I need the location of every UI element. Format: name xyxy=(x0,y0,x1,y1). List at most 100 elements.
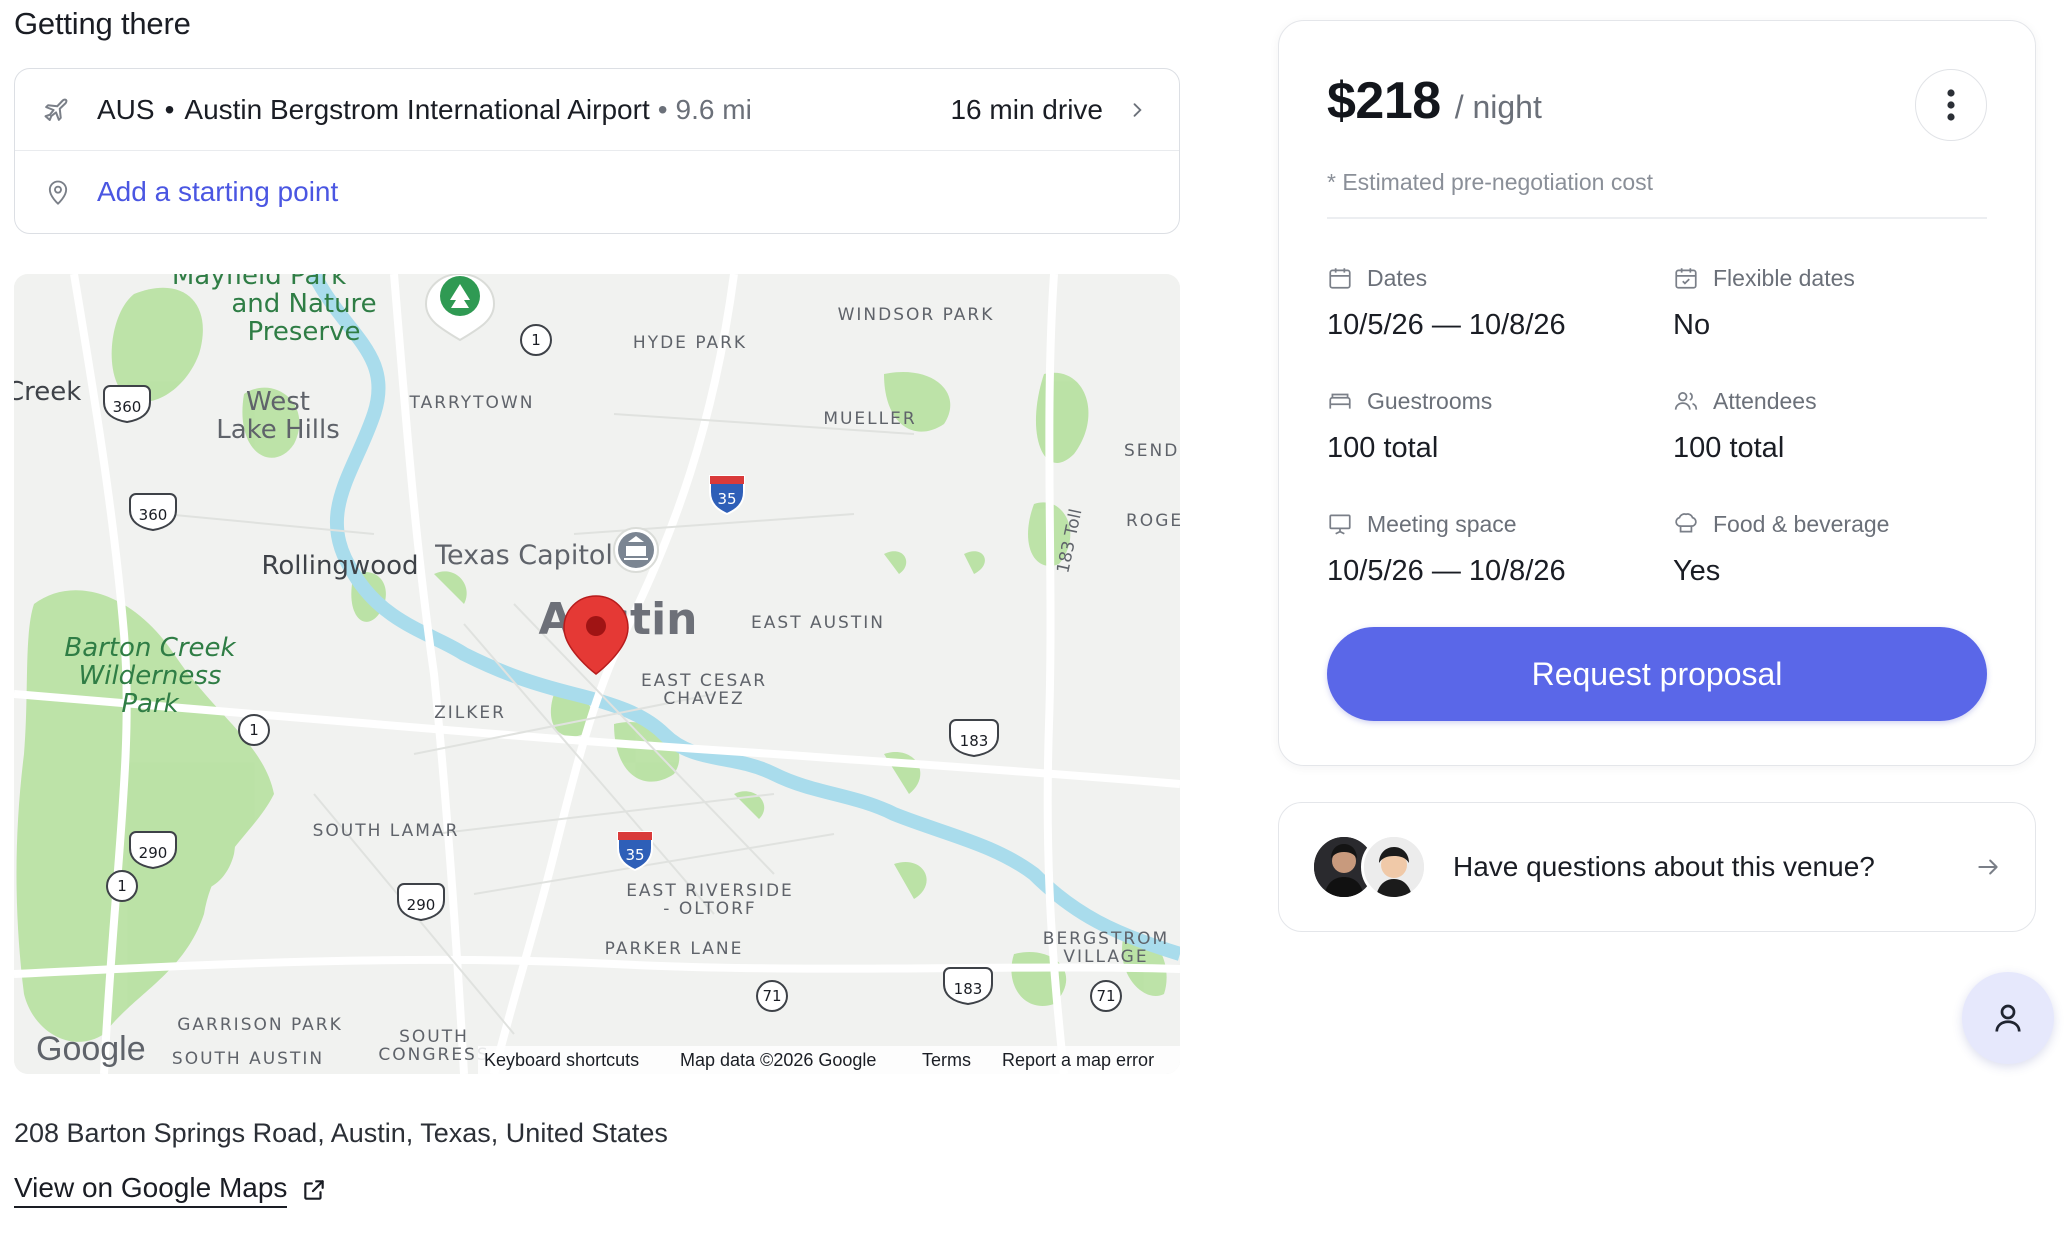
map-label-east-cesar-chavez: EAST CESAR xyxy=(641,671,767,691)
map-label-garrison-park: GARRISON PARK xyxy=(177,1015,343,1035)
view-on-google-maps-label[interactable]: View on Google Maps xyxy=(14,1172,288,1208)
svg-text:183: 183 xyxy=(960,732,989,750)
airport-distance: 9.6 mi xyxy=(675,93,752,125)
map-label-mueller: MUELLER xyxy=(823,409,916,429)
chef-hat-icon xyxy=(1675,513,1697,533)
map-label-south-austin: SOUTH AUSTIN xyxy=(172,1049,324,1069)
map-label-east-austin: EAST AUSTIN xyxy=(751,613,885,633)
route-shield: 290 xyxy=(129,831,177,870)
view-on-google-maps-link[interactable]: View on Google Maps xyxy=(14,1172,327,1208)
map-label-south-lamar: SOUTH LAMAR xyxy=(313,821,460,841)
route-shield: 1 xyxy=(106,870,138,902)
svg-text:360: 360 xyxy=(113,398,142,416)
detail-label: Attendees xyxy=(1713,387,1817,414)
detail-dates: Dates 10/5/26 — 10/8/26 xyxy=(1327,261,1647,342)
map-label-texas-capitol: Texas Capitol xyxy=(434,540,613,571)
airport-route-row[interactable]: AUS • Austin Bergstrom International Air… xyxy=(15,69,1179,151)
route-shield: 183 xyxy=(943,967,993,1006)
svg-text:290: 290 xyxy=(139,844,168,862)
detail-label: Dates xyxy=(1367,264,1428,291)
map-label-south-congress: CONGRESS xyxy=(378,1045,489,1065)
route-shield: 1 xyxy=(520,324,552,356)
keyboard-shortcuts-link[interactable]: Keyboard shortcuts xyxy=(484,1050,639,1070)
map-label-parker-lane: PARKER LANE xyxy=(605,939,744,959)
calendar-icon xyxy=(1329,268,1351,289)
avatar-group xyxy=(1311,834,1429,900)
user-icon xyxy=(1995,1004,2021,1032)
detail-value: No xyxy=(1673,309,1711,341)
map-label-south-congress: SOUTH xyxy=(399,1027,469,1047)
detail-label: Flexible dates xyxy=(1713,264,1855,291)
map-label-barton-creek: Barton Creek xyxy=(64,633,236,663)
detail-flexible-dates: Flexible dates No xyxy=(1673,261,1993,342)
people-icon xyxy=(1674,392,1698,410)
map-label-east-riverside: EAST RIVERSIDE xyxy=(626,881,794,901)
detail-value: 100 total xyxy=(1327,432,1439,464)
directions-card: AUS • Austin Bergstrom International Air… xyxy=(14,68,1180,234)
detail-label: Food & beverage xyxy=(1713,510,1890,537)
capitol-pin-icon[interactable] xyxy=(613,527,659,573)
map-label-bergstrom-village: BERGSTROM xyxy=(1043,929,1169,949)
estimate-note: * Estimated pre-negotiation cost xyxy=(1327,169,1654,195)
map-label-west-lake-hills: West xyxy=(246,387,310,417)
svg-text:71: 71 xyxy=(762,987,781,1005)
map-label-bergstrom-village: VILLAGE xyxy=(1063,947,1148,967)
map-label-sender: SENDEF xyxy=(1124,441,1180,461)
svg-text:1: 1 xyxy=(249,721,259,739)
detail-value: 10/5/26 — 10/8/26 xyxy=(1327,309,1566,341)
map-label-barton-creek: Wilderness xyxy=(79,661,222,691)
profile-fab-button[interactable] xyxy=(1962,972,2054,1064)
svg-text:183: 183 xyxy=(954,980,983,998)
map-label-hyde-park: HYDE PARK xyxy=(633,333,747,353)
map[interactable]: Mayfield Park and Nature Preserve Creek … xyxy=(14,274,1180,1074)
add-starting-point-row[interactable]: Add a starting point xyxy=(15,151,1179,233)
detail-label: Guestrooms xyxy=(1367,387,1493,414)
detail-value: 10/5/26 — 10/8/26 xyxy=(1327,555,1566,587)
section-title: Getting there xyxy=(14,6,191,41)
map-data-attribution: Map data ©2026 Google xyxy=(680,1050,876,1070)
svg-text:35: 35 xyxy=(717,490,736,508)
airport-code: AUS xyxy=(97,93,155,125)
map-label-mayfield: and Nature xyxy=(231,289,376,319)
svg-text:360: 360 xyxy=(139,506,168,524)
map-label-rollingwood: Rollingwood xyxy=(261,551,418,581)
detail-label: Meeting space xyxy=(1367,510,1517,537)
svg-text:1: 1 xyxy=(531,331,541,349)
drive-time: 16 min drive xyxy=(950,93,1103,125)
route-shield: 71 xyxy=(1090,980,1122,1012)
price-unit: / night xyxy=(1454,89,1542,125)
map-label-barton-creek: Park xyxy=(121,689,179,719)
map-label-creek: Creek xyxy=(14,377,81,407)
presentation-icon xyxy=(1329,514,1351,535)
detail-attendees: Attendees 100 total xyxy=(1673,384,1993,465)
map-label-windsor-park: WINDSOR PARK xyxy=(838,305,995,325)
svg-text:71: 71 xyxy=(1096,987,1115,1005)
detail-food-beverage: Food & beverage Yes xyxy=(1673,507,1993,588)
venue-questions-card[interactable]: Have questions about this venue? xyxy=(1278,802,2036,932)
map-canvas[interactable]: Mayfield Park and Nature Preserve Creek … xyxy=(14,274,1180,1074)
google-logo: Google xyxy=(36,1030,146,1068)
external-link-icon xyxy=(304,1180,325,1200)
more-options-button[interactable] xyxy=(1915,69,1987,141)
route-shield: 71 xyxy=(756,980,788,1012)
price: $218 / night xyxy=(1327,71,1542,131)
separator-dot: • xyxy=(657,93,668,125)
map-label-west-lake-hills: Lake Hills xyxy=(216,415,340,445)
chevron-right-icon[interactable] xyxy=(1125,98,1149,122)
add-starting-point-link[interactable]: Add a starting point xyxy=(97,176,338,208)
route-shield: 1 xyxy=(238,714,270,746)
avatar xyxy=(1361,834,1427,900)
detail-value: 100 total xyxy=(1673,432,1785,464)
terms-link[interactable]: Terms xyxy=(922,1050,971,1070)
airport-name: Austin Bergstrom International Airport xyxy=(184,93,650,125)
report-map-error-link[interactable]: Report a map error xyxy=(1002,1050,1154,1070)
detail-value: Yes xyxy=(1673,555,1721,587)
map-label-mayfield: Preserve xyxy=(248,317,361,347)
calendar-check-icon xyxy=(1675,268,1697,289)
map-label-east-riverside: - OLTORF xyxy=(663,899,756,919)
arrow-right-icon xyxy=(1973,852,2003,882)
request-proposal-button[interactable]: Request proposal xyxy=(1327,627,1987,721)
location-pin-icon xyxy=(43,177,73,207)
map-label-roger: ROGE xyxy=(1126,511,1180,531)
venue-address: 208 Barton Springs Road, Austin, Texas, … xyxy=(14,1118,668,1148)
